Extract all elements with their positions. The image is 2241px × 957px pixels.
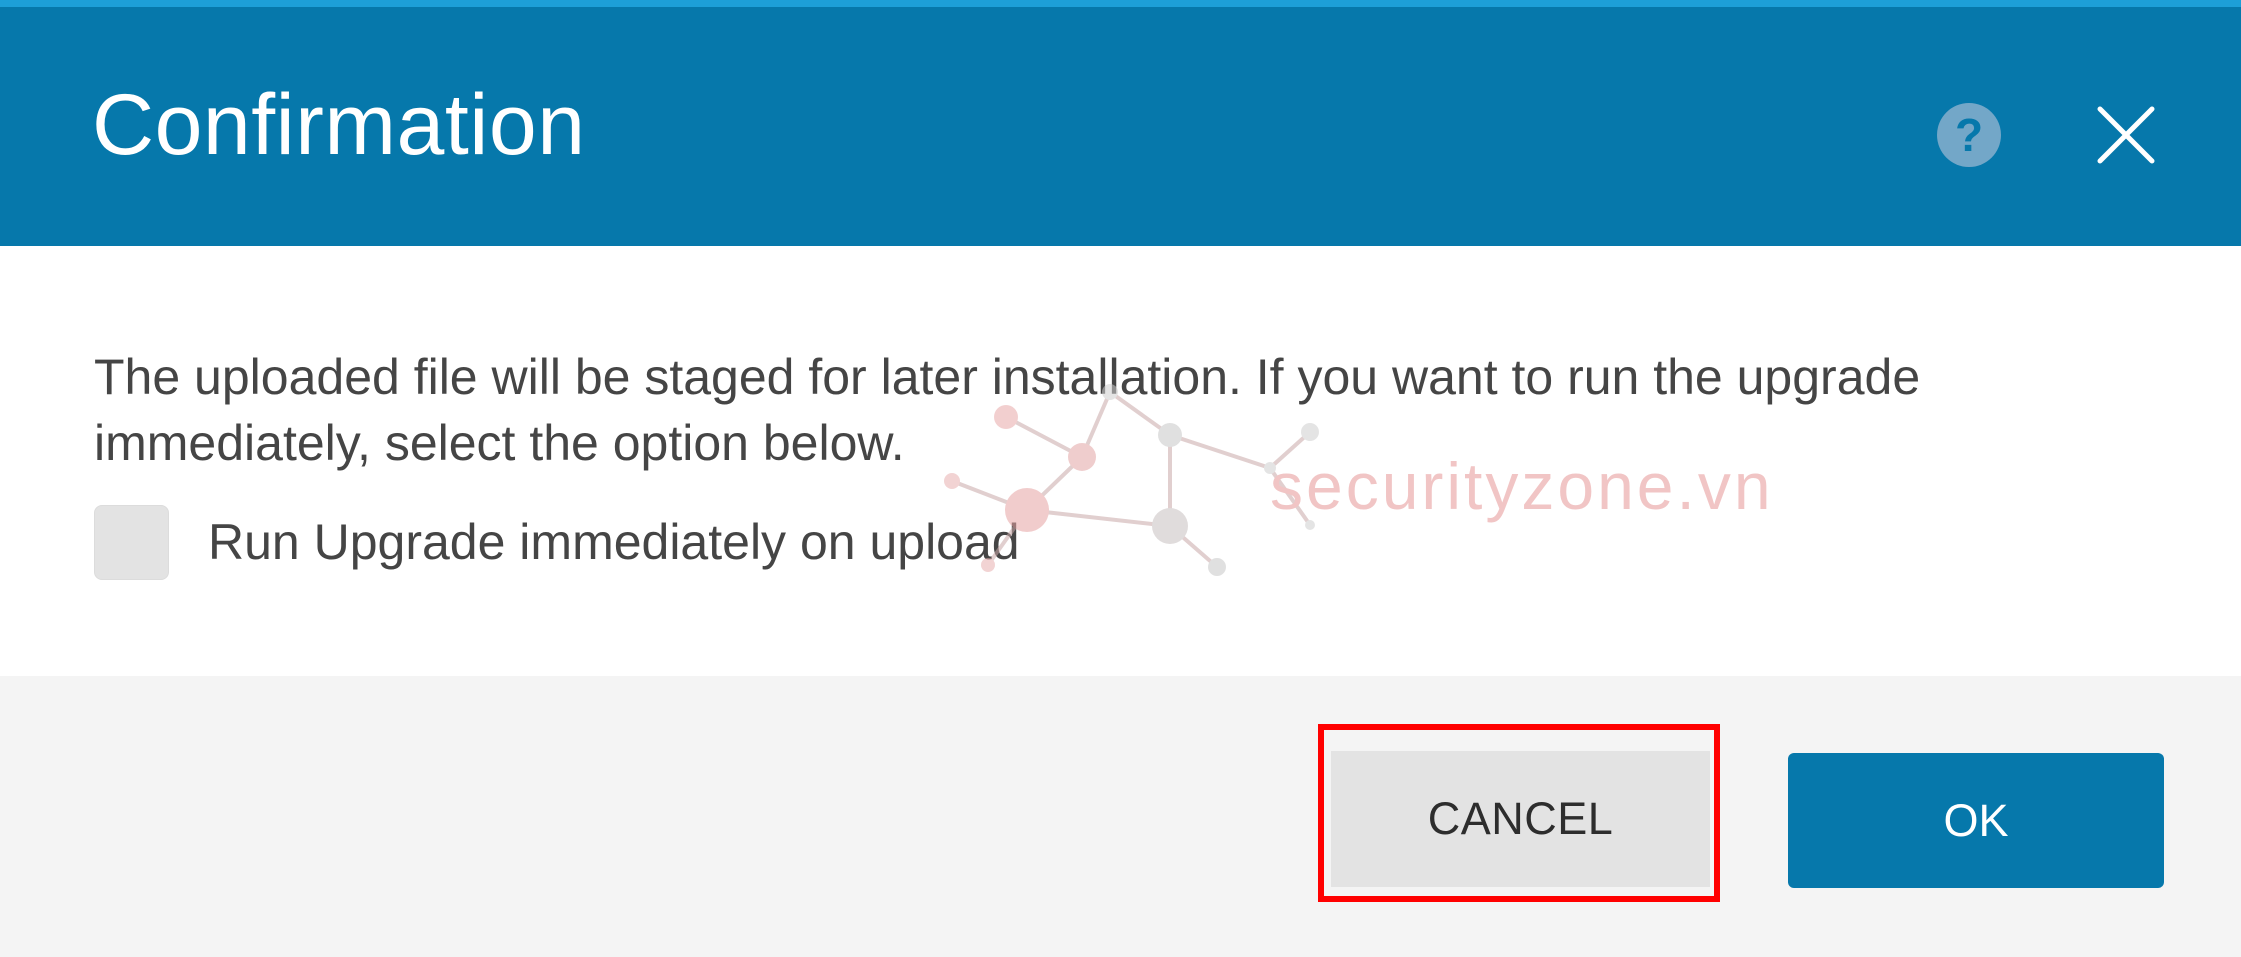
- dialog-header: Confirmation ?: [0, 7, 2241, 246]
- close-icon[interactable]: [2094, 103, 2158, 167]
- run-upgrade-checkbox-label[interactable]: Run Upgrade immediately on upload: [208, 512, 1020, 572]
- dialog-message: The uploaded file will be staged for lat…: [94, 349, 1921, 471]
- confirmation-dialog: Confirmation ? The uploaded file will be…: [0, 0, 2241, 957]
- cancel-button[interactable]: CANCEL: [1331, 751, 1710, 887]
- accent-strip: [0, 0, 2241, 7]
- dialog-body: The uploaded file will be staged for lat…: [0, 246, 2241, 676]
- dialog-title: Confirmation: [92, 77, 586, 173]
- run-upgrade-checkbox[interactable]: [94, 505, 169, 580]
- ok-button[interactable]: OK: [1788, 753, 2164, 888]
- help-icon[interactable]: ?: [1937, 103, 2001, 167]
